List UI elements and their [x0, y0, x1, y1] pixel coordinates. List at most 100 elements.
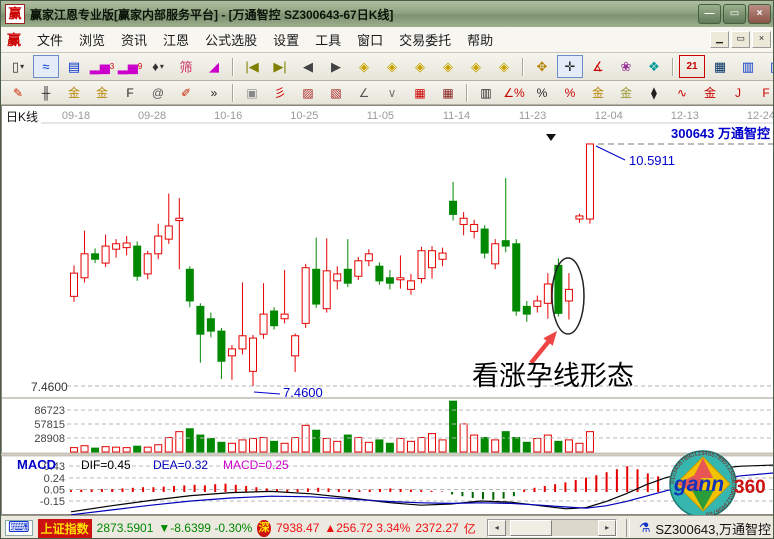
keyboard-icon[interactable]: ⌨ [5, 520, 33, 536]
gold-ratio2-icon[interactable]: 金 [89, 83, 115, 103]
volume-bar [250, 438, 257, 452]
fan-box-icon[interactable]: ▨ [295, 83, 321, 103]
compress-all-diamond-icon[interactable]: ◈ [491, 55, 517, 78]
crosshair-icon[interactable]: ✛ [557, 55, 583, 78]
expand-all-diamond-icon[interactable]: ◈ [463, 55, 489, 78]
ma3-icon[interactable]: ▂▅3 [89, 55, 115, 78]
gold-ratio-icon[interactable]: 金 [61, 83, 87, 103]
expand-h-diamond-icon[interactable]: ◈ [407, 55, 433, 78]
sh-index-badge[interactable]: 上证指数 [38, 519, 92, 538]
goto-last-icon[interactable]: ▶| [267, 55, 293, 78]
volume-dist-icon[interactable]: ▥ [473, 83, 499, 103]
pen-grid-icon[interactable]: ✐ [173, 83, 199, 103]
gann-band-icon[interactable]: ❀ [613, 55, 639, 78]
volume-bar [302, 425, 309, 452]
stock-filter-icon[interactable]: 筛 [173, 55, 199, 78]
j-angle-icon[interactable]: J [725, 83, 751, 103]
candle-body [502, 241, 509, 246]
percent-line-icon[interactable]: % [557, 83, 583, 103]
title-bar[interactable]: 赢 赢家江恩专业版[赢家内部服务平台] - [万通智控 SZ300643-67日… [1, 1, 774, 27]
wave-pattern-icon[interactable]: ∿ [669, 83, 695, 103]
gold-line-icon[interactable]: 金 [613, 83, 639, 103]
menu-item-browse[interactable]: 浏览 [71, 27, 113, 52]
candle-brush-icon[interactable]: ⧫ [641, 83, 667, 103]
scroll-right-button[interactable]: ▸ [598, 520, 616, 536]
mdi-minimize-button[interactable]: ▁ [710, 31, 729, 48]
low-price-axis-label: 7.4600 [31, 380, 68, 394]
more-tools-icon[interactable]: » [201, 83, 227, 103]
menu-item-window[interactable]: 窗口 [349, 27, 391, 52]
mind-map-icon[interactable]: ❖ [641, 55, 667, 78]
app-logo-icon: 赢 [5, 4, 25, 24]
percent-icon[interactable]: % [529, 83, 555, 103]
candle-body [176, 218, 183, 220]
fan-box2-icon[interactable]: ▧ [323, 83, 349, 103]
status-bar: ⌨ 上证指数 2873.5901 ▼-8.6399 -0.30% 深 7938.… [1, 515, 774, 539]
fib-grid-icon[interactable]: F [117, 83, 143, 103]
mdi-restore-button[interactable]: ▭ [731, 31, 750, 48]
minimize-button[interactable]: — [698, 4, 721, 24]
step-back-icon[interactable]: ◀ [295, 55, 321, 78]
menu-item-formula-stock-pick[interactable]: 公式选股 [197, 27, 265, 52]
zoom-right-diamond-icon[interactable]: ◈ [379, 55, 405, 78]
compress-h-diamond-icon[interactable]: ◈ [435, 55, 461, 78]
memo-note-icon[interactable]: ▤ [61, 55, 87, 78]
calculator-icon[interactable]: ▦ [707, 55, 733, 78]
volume-bar [155, 445, 162, 452]
candle-style-icon[interactable]: ♦▾ [145, 55, 171, 78]
zigzag-icon[interactable]: ∨ [379, 83, 405, 103]
high-price-label: 10.5911 [629, 153, 675, 168]
speed-fan-icon[interactable]: 彡 [267, 83, 293, 103]
f-angle-icon[interactable]: F [753, 83, 774, 103]
menu-item-tools[interactable]: 工具 [307, 27, 349, 52]
gold-circle-icon[interactable]: 金 [585, 83, 611, 103]
menu-item-news[interactable]: 资讯 [113, 27, 155, 52]
trend-angle-icon[interactable]: ∠ [351, 83, 377, 103]
sz-index-badge[interactable]: 深 [257, 520, 271, 537]
macd-axis-label: 0.05 [44, 485, 65, 497]
gann-grid2-icon[interactable]: ▦ [435, 83, 461, 103]
logo-gann-text: gann [673, 473, 724, 496]
candle-body [407, 281, 414, 290]
zoom-left-diamond-icon[interactable]: ◈ [351, 55, 377, 78]
close-button[interactable]: × [748, 4, 771, 24]
gann-box-icon[interactable]: ▣ [239, 83, 265, 103]
menu-item-gann[interactable]: 江恩 [155, 27, 197, 52]
notebook-icon[interactable]: ▥ [735, 55, 761, 78]
gann-grid-icon[interactable]: ▦ [407, 83, 433, 103]
svg-text:09-18: 09-18 [62, 110, 90, 122]
scrollbar-thumb[interactable] [510, 520, 552, 536]
volume-axis-label: 57815 [34, 419, 65, 431]
macd-axis-label: 0.24 [44, 473, 65, 485]
angle-measure-icon[interactable]: ∡ [585, 55, 611, 78]
calendar-icon[interactable]: 21 [679, 55, 705, 78]
profile-histogram-icon[interactable]: ◢ [201, 55, 227, 78]
horizontal-scrollbar[interactable]: ◂ ▸ [487, 519, 617, 537]
menu-item-help[interactable]: 帮助 [459, 27, 501, 52]
brush-icon[interactable]: ✎ [5, 83, 31, 103]
menu-bar: 赢 文件浏览资讯江恩公式选股设置工具窗口交易委托帮助 ▁▭× [1, 27, 774, 53]
ma9-icon[interactable]: ▂▅9 [117, 55, 143, 78]
sz-amount-unit: 亿 [464, 520, 476, 537]
step-forward-icon[interactable]: ▶ [323, 55, 349, 78]
gann-scale-icon[interactable]: ╫ [33, 83, 59, 103]
candle-body [344, 269, 351, 283]
scroll-left-button[interactable]: ◂ [488, 520, 506, 536]
wave-trend-icon[interactable]: ≈ [33, 55, 59, 78]
restore-button[interactable]: ▭ [723, 4, 746, 24]
gold-underline-icon[interactable]: 金 [697, 83, 723, 103]
goto-first-icon[interactable]: |◀ [239, 55, 265, 78]
menu-item-settings[interactable]: 设置 [265, 27, 307, 52]
menu-item-file[interactable]: 文件 [29, 27, 71, 52]
percent-angle-icon[interactable]: ∠% [501, 83, 527, 103]
hand-drag-icon[interactable]: ✥ [529, 55, 555, 78]
period-daily-icon[interactable]: ▯▾ [5, 55, 31, 78]
kline-chart-canvas[interactable]: 09-1809-2810-1610-2511-0511-1411-2312-04… [1, 105, 774, 515]
volume-bar [502, 432, 509, 452]
svg-text:12-24: 12-24 [747, 110, 774, 122]
toolbar-separator [466, 84, 468, 102]
spiral-icon[interactable]: @ [145, 83, 171, 103]
save-icon[interactable]: ▣ [763, 55, 774, 78]
menu-item-trade-entrust[interactable]: 交易委托 [391, 27, 459, 52]
mdi-close-button[interactable]: × [752, 31, 771, 48]
